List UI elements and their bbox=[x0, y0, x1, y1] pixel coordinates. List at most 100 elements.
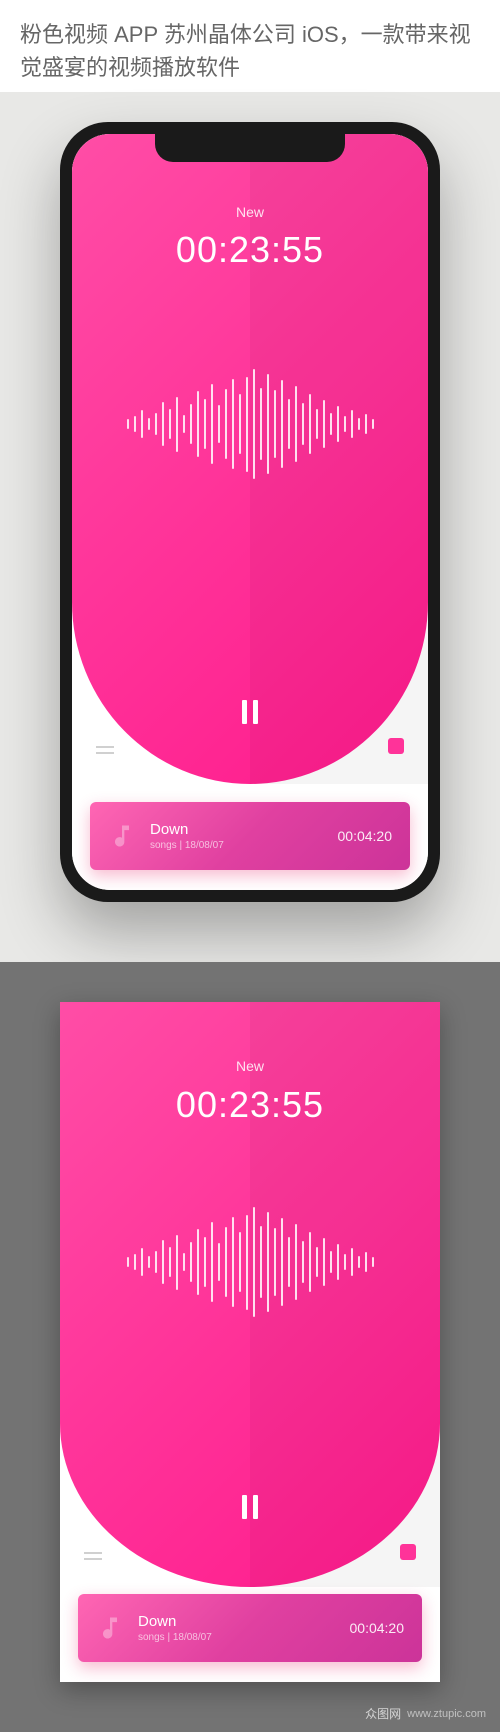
waveform-bar bbox=[155, 1251, 157, 1273]
track-meta: songs | 18/08/07 bbox=[150, 840, 338, 851]
phone-notch bbox=[155, 134, 345, 162]
track-duration: 00:04:20 bbox=[350, 1620, 405, 1636]
waveform-bar bbox=[330, 413, 332, 435]
waveform-bar bbox=[253, 1207, 255, 1317]
waveform-bar bbox=[295, 1224, 297, 1300]
track-duration: 00:04:20 bbox=[338, 828, 393, 844]
waveform-bar bbox=[239, 1232, 241, 1292]
waveform-bar bbox=[351, 410, 353, 438]
waveform-bar bbox=[323, 400, 325, 448]
waveform-bar bbox=[218, 1243, 220, 1281]
waveform-bar bbox=[316, 409, 318, 439]
waveform-bar bbox=[155, 413, 157, 435]
waveform-bar bbox=[183, 1253, 185, 1271]
waveform-bar bbox=[281, 380, 283, 468]
waveform-bar bbox=[330, 1251, 332, 1273]
phone-frame: New 00:23:55 Down bbox=[60, 122, 440, 902]
elapsed-timer: 00:23:55 bbox=[72, 229, 428, 271]
track-info: Down songs | 18/08/07 bbox=[138, 1613, 350, 1643]
waveform-bar bbox=[162, 402, 164, 446]
waveform-bar bbox=[302, 1241, 304, 1283]
waveform-bar bbox=[162, 1240, 164, 1284]
waveform-bar bbox=[134, 416, 136, 432]
waveform-bar bbox=[176, 397, 178, 452]
waveform-bar bbox=[169, 409, 171, 439]
menu-button[interactable] bbox=[96, 746, 114, 754]
waveform-bar bbox=[337, 406, 339, 442]
waveform-bar bbox=[127, 1257, 129, 1267]
pause-icon bbox=[253, 700, 258, 724]
waveform-bar bbox=[148, 418, 150, 430]
waveform-bar bbox=[232, 379, 234, 469]
watermark-url: www.ztupic.com bbox=[407, 1708, 486, 1720]
stop-button[interactable] bbox=[400, 1544, 416, 1560]
app-screen-flat: New 00:23:55 Down songs | 18/08/07 00:04… bbox=[60, 1002, 440, 1682]
track-meta: songs | 18/08/07 bbox=[138, 1632, 350, 1643]
audio-waveform[interactable] bbox=[102, 364, 398, 484]
waveform-bar bbox=[169, 1247, 171, 1277]
waveform-bar bbox=[176, 1235, 178, 1290]
waveform-bar bbox=[141, 1248, 143, 1276]
waveform-bar bbox=[274, 390, 276, 458]
waveform-bar bbox=[197, 1229, 199, 1295]
waveform-bar bbox=[309, 394, 311, 454]
waveform-bar bbox=[190, 404, 192, 444]
waveform-bar bbox=[288, 399, 290, 449]
waveform-bar bbox=[183, 415, 185, 433]
waveform-bar bbox=[239, 394, 241, 454]
waveform-bar bbox=[127, 419, 129, 429]
hamburger-icon bbox=[84, 1558, 102, 1560]
waveform-bar bbox=[316, 1247, 318, 1277]
waveform-bar bbox=[246, 1215, 248, 1310]
waveform-bar bbox=[134, 1254, 136, 1270]
waveform-bar bbox=[148, 1256, 150, 1268]
waveform-bar bbox=[323, 1238, 325, 1286]
music-note-icon bbox=[96, 1614, 124, 1642]
waveform-bar bbox=[204, 399, 206, 449]
stop-button[interactable] bbox=[388, 738, 404, 754]
waveform-bar bbox=[295, 386, 297, 462]
pause-icon bbox=[253, 1495, 258, 1519]
flat-mockup-section: New 00:23:55 Down songs | 18/08/07 00:04… bbox=[0, 962, 500, 1732]
track-title: Down bbox=[138, 1613, 350, 1630]
audio-waveform[interactable] bbox=[90, 1202, 410, 1322]
pause-icon bbox=[242, 700, 247, 724]
waveform-bar bbox=[344, 416, 346, 432]
waveform-bar bbox=[337, 1244, 339, 1280]
waveform-bar bbox=[246, 377, 248, 472]
waveform-bar bbox=[232, 1217, 234, 1307]
waveform-bar bbox=[302, 403, 304, 445]
recording-status-label: New bbox=[60, 1058, 440, 1074]
track-info: Down songs | 18/08/07 bbox=[150, 821, 338, 851]
waveform-bar bbox=[225, 389, 227, 459]
waveform-bar bbox=[274, 1228, 276, 1296]
waveform-bar bbox=[253, 369, 255, 479]
now-playing-card[interactable]: Down songs | 18/08/07 00:04:20 bbox=[78, 1594, 422, 1662]
app-screen-mockup: New 00:23:55 Down bbox=[72, 134, 428, 890]
waveform-bar bbox=[372, 1257, 374, 1267]
music-note-icon bbox=[108, 822, 136, 850]
waveform-bar bbox=[260, 1226, 262, 1298]
waveform-bar bbox=[260, 388, 262, 460]
waveform-bar bbox=[358, 418, 360, 430]
waveform-bar bbox=[344, 1254, 346, 1270]
watermark: 众图网 www.ztupic.com bbox=[365, 1705, 486, 1722]
waveform-bar bbox=[267, 374, 269, 474]
waveform-bar bbox=[211, 384, 213, 464]
recording-status-label: New bbox=[72, 204, 428, 220]
waveform-bar bbox=[218, 405, 220, 443]
waveform-bar bbox=[365, 1252, 367, 1272]
waveform-bar bbox=[267, 1212, 269, 1312]
hamburger-icon bbox=[84, 1552, 102, 1554]
waveform-bar bbox=[309, 1232, 311, 1292]
pause-button[interactable] bbox=[242, 700, 258, 724]
waveform-bar bbox=[365, 414, 367, 434]
waveform-bar bbox=[190, 1242, 192, 1282]
now-playing-card[interactable]: Down songs | 18/08/07 00:04:20 bbox=[90, 802, 410, 870]
menu-button[interactable] bbox=[84, 1552, 102, 1560]
waveform-bar bbox=[225, 1227, 227, 1297]
phone-mockup-section: New 00:23:55 Down bbox=[0, 92, 500, 962]
pause-button[interactable] bbox=[242, 1495, 258, 1519]
phone-screen: New 00:23:55 Down bbox=[72, 134, 428, 890]
watermark-brand: 众图网 bbox=[365, 1705, 401, 1722]
